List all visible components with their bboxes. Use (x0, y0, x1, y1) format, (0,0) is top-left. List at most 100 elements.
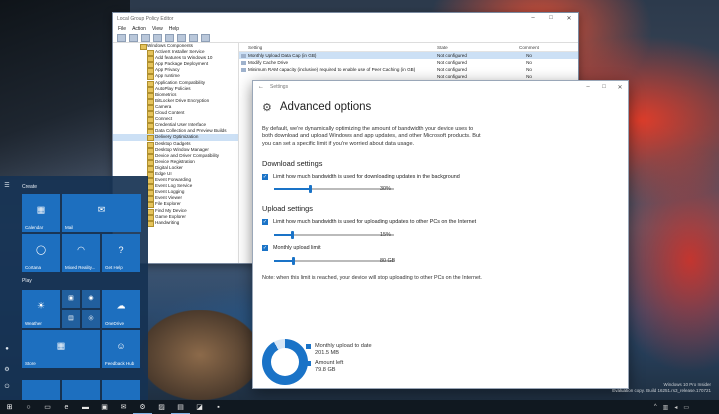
column-state[interactable]: State (434, 45, 499, 50)
table-row[interactable]: Not configured No (239, 73, 578, 80)
settings-minimize-button[interactable]: – (580, 84, 596, 91)
gp-maximize-button[interactable]: □ (542, 15, 560, 22)
slider-thumb[interactable] (292, 256, 296, 265)
volume-icon[interactable]: ◂ (674, 404, 677, 411)
tile-calendar[interactable]: ▦ Calendar (22, 194, 60, 232)
download-bandwidth-slider[interactable]: 30% (274, 185, 454, 194)
comment-cell: No (526, 67, 532, 72)
feedback-icon: ☺ (116, 340, 126, 351)
gp-close-button[interactable]: ✕ (560, 15, 578, 22)
column-setting[interactable]: Setting (239, 45, 434, 50)
back-arrow-icon[interactable]: ← (258, 84, 264, 90)
user-icon[interactable]: ● (0, 346, 14, 352)
network-icon[interactable]: ▥ (663, 404, 669, 411)
download-limit-checkbox[interactable]: ✓ (262, 173, 268, 180)
monthly-limit-checkbox[interactable]: ✓ (262, 245, 268, 252)
settings-gear-icon[interactable]: ⚙ (0, 366, 14, 373)
table-row[interactable]: Minimum RAM capacity (inclusive) require… (239, 66, 578, 73)
table-row[interactable]: Modify Cache Drive Not configured No (239, 59, 578, 66)
tile-mixed-reality[interactable]: ◠ Mixed Reality... (62, 234, 100, 272)
monthly-limit-checkbox-row[interactable]: ✓ Monthly upload limit (262, 245, 628, 252)
monthly-limit-slider[interactable]: 80 GB (274, 256, 454, 265)
legend-left: Amount left 79.8 GB (306, 360, 372, 373)
upload-bandwidth-slider[interactable]: 15% (274, 231, 454, 240)
slider-thumb[interactable] (291, 231, 294, 240)
column-comment[interactable]: Comment (499, 45, 559, 50)
chevron-up-icon[interactable]: ^ (654, 404, 657, 411)
slider-fill (274, 259, 294, 262)
gp-menu-action[interactable]: Action (132, 26, 146, 32)
export-icon[interactable] (165, 33, 174, 42)
windows-start-icon[interactable]: ⊞ (0, 400, 19, 414)
search-icon[interactable]: ○ (19, 400, 38, 414)
slider-thumb[interactable] (309, 185, 312, 194)
show-tree-icon[interactable] (153, 33, 162, 42)
tile-xbox[interactable]: ▣ (62, 290, 80, 308)
cloud-icon: ☁ (116, 300, 126, 311)
gp-menu-bar: File Action View Help (113, 24, 578, 33)
forward-icon[interactable] (129, 33, 138, 42)
gp-window-title: Local Group Policy Editor (117, 15, 174, 22)
edge-browser-icon[interactable]: e (57, 400, 76, 414)
tile-mail[interactable]: ✉ Mail (62, 194, 141, 232)
table-row[interactable]: Monthly Upload Data Cap (in GB) Not confi… (239, 52, 578, 59)
app-taskbar-icon[interactable]: ◪ (190, 400, 209, 414)
tile-photos[interactable]: ▤ (62, 310, 80, 328)
tile-weather[interactable]: ☀ Weather (22, 290, 60, 328)
tile-extra-1[interactable] (22, 380, 60, 401)
download-limit-checkbox-row[interactable]: ✓ Limit how much bandwidth is used for d… (262, 173, 628, 181)
tile-mixed-reality-label: Mixed Reality... (65, 265, 96, 270)
tile-mail-label: Mail (65, 225, 74, 230)
properties-icon[interactable] (189, 33, 198, 42)
tile-onedrive[interactable]: ☁ OneDrive (102, 290, 140, 328)
file-explorer-icon[interactable]: ▬ (76, 400, 95, 414)
legend-upload: Monthly upload to date 201.5 MB (306, 343, 372, 356)
upload-settings-heading: Upload settings (262, 204, 313, 214)
tile-store[interactable]: ▦ Store (22, 330, 100, 368)
store-icon[interactable]: ▣ (95, 400, 114, 414)
gp-menu-file[interactable]: File (118, 26, 126, 32)
tile-groove[interactable]: ◉ (82, 290, 100, 308)
power-icon[interactable]: ⏻ (0, 384, 14, 391)
legend-upload-swatch (306, 344, 311, 349)
notification-icon[interactable]: ▭ (683, 404, 689, 411)
settings-window[interactable]: ← Settings – □ ✕ ⚙ Advanced options By d… (252, 80, 629, 389)
upload-limit-note: Note: when this limit is reached, your d… (262, 274, 482, 281)
filter-icon[interactable] (201, 33, 210, 42)
settings-taskbar-icon[interactable]: ⚙ (133, 400, 152, 414)
tile-feedback-hub[interactable]: ☺ Feedback Hub (102, 330, 140, 368)
page-description: By default, we're dynamically optimizing… (262, 126, 481, 147)
cortana-icon: ◯ (35, 244, 47, 255)
wallpaper-shore (140, 310, 260, 400)
gp-menu-view[interactable]: View (152, 26, 163, 32)
help-icon[interactable] (177, 33, 186, 42)
group-policy-taskbar-icon[interactable]: ▤ (171, 400, 190, 414)
tile-get-help-label: Get Help (105, 265, 123, 270)
task-view-icon[interactable]: ▭ (38, 400, 57, 414)
watermark-line-2: Evaluation copy. Build 16251.rs3_release… (612, 387, 711, 393)
gp-minimize-button[interactable]: – (524, 15, 542, 22)
terminal-taskbar-icon[interactable]: ▪ (209, 400, 228, 414)
tile-store-label: Store (25, 361, 36, 366)
gp-menu-help[interactable]: Help (169, 26, 179, 32)
gp-title-bar[interactable]: Local Group Policy Editor – □ ✕ (113, 13, 578, 24)
photos-taskbar-icon[interactable]: ▨ (152, 400, 171, 414)
upload-value: 15% (380, 232, 391, 239)
mail-taskbar-icon[interactable]: ✉ (114, 400, 133, 414)
tile-group-create: Create (22, 184, 38, 190)
back-icon[interactable] (117, 33, 126, 42)
tile-camera[interactable]: ◎ (82, 310, 100, 328)
tile-get-help[interactable]: ? Get Help (102, 234, 140, 272)
up-folder-icon[interactable] (141, 33, 150, 42)
hamburger-icon[interactable]: ☰ (0, 182, 14, 189)
comment-cell: No (526, 74, 532, 79)
settings-title-bar[interactable]: ← Settings – □ ✕ (253, 81, 628, 93)
tile-extra-2[interactable] (62, 380, 100, 401)
help-chat-icon: ? (118, 244, 124, 255)
upload-limit-checkbox[interactable]: ✓ (262, 219, 268, 226)
settings-close-button[interactable]: ✕ (612, 84, 628, 91)
tile-extra-3[interactable] (102, 380, 140, 401)
upload-limit-checkbox-row[interactable]: ✓ Limit how much bandwidth is used for u… (262, 219, 628, 226)
settings-maximize-button[interactable]: □ (596, 84, 612, 91)
tile-cortana[interactable]: ◯ Cortana (22, 234, 60, 272)
